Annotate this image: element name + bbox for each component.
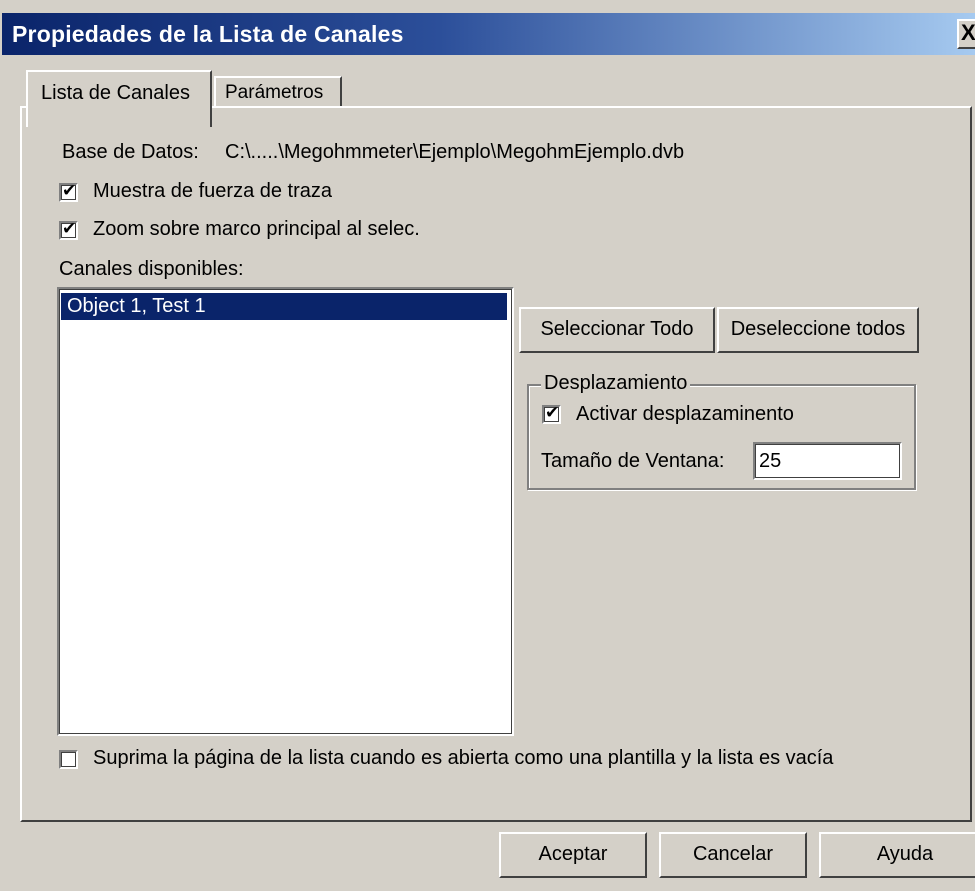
select-all-button[interactable]: Seleccionar Todo	[519, 307, 715, 353]
title-bar[interactable]: Propiedades de la Lista de Canales X	[2, 13, 975, 55]
window-size-input[interactable]: 25	[753, 442, 902, 480]
window-title: Propiedades de la Lista de Canales	[12, 21, 404, 47]
deselect-all-button[interactable]: Deseleccione todos	[717, 307, 919, 353]
tab-label: Lista de Canales	[41, 82, 190, 104]
tab-label: Parámetros	[225, 82, 324, 103]
zoom-on-select-checkbox[interactable]: ✔	[59, 219, 78, 240]
checkmark-icon: ✔	[545, 403, 560, 422]
accept-button[interactable]: Aceptar	[499, 832, 647, 878]
show-trace-strength-checkbox[interactable]: ✔	[59, 181, 78, 202]
close-button[interactable]: X	[957, 19, 975, 49]
channel-list-properties-dialog: Propiedades de la Lista de Canales X Lis…	[0, 0, 975, 891]
channels-listbox[interactable]: Object 1, Test 1	[57, 287, 514, 736]
close-icon: X	[961, 20, 975, 45]
show-trace-strength-label[interactable]: Muestra de fuerza de traza	[93, 180, 332, 203]
database-label: Base de Datos:	[62, 141, 199, 163]
tab-lista-de-canales[interactable]: Lista de Canales	[26, 70, 212, 127]
checkmark-icon: ✔	[62, 181, 77, 200]
zoom-on-select-label[interactable]: Zoom sobre marco principal al selec.	[93, 218, 420, 241]
database-path: C:\.....\Megohmmeter\Ejemplo\MegohmEjemp…	[225, 141, 685, 163]
checkmark-icon: ✔	[62, 219, 77, 238]
suppress-page-checkbox[interactable]	[59, 750, 78, 769]
enable-scroll-checkbox[interactable]: ✔	[542, 403, 561, 424]
enable-scroll-label[interactable]: Activar desplazaminento	[576, 403, 794, 426]
window-size-label: Tamaño de Ventana:	[541, 450, 725, 472]
cancel-button[interactable]: Cancelar	[659, 832, 807, 878]
list-item[interactable]: Object 1, Test 1	[61, 293, 507, 320]
tab-parametros[interactable]: Parámetros	[214, 76, 342, 108]
suppress-page-label[interactable]: Suprima la página de la lista cuando es …	[93, 747, 833, 770]
scroll-group-title: Desplazamiento	[541, 372, 691, 395]
help-button[interactable]: Ayuda	[819, 832, 975, 878]
available-channels-label: Canales disponibles:	[59, 258, 244, 280]
